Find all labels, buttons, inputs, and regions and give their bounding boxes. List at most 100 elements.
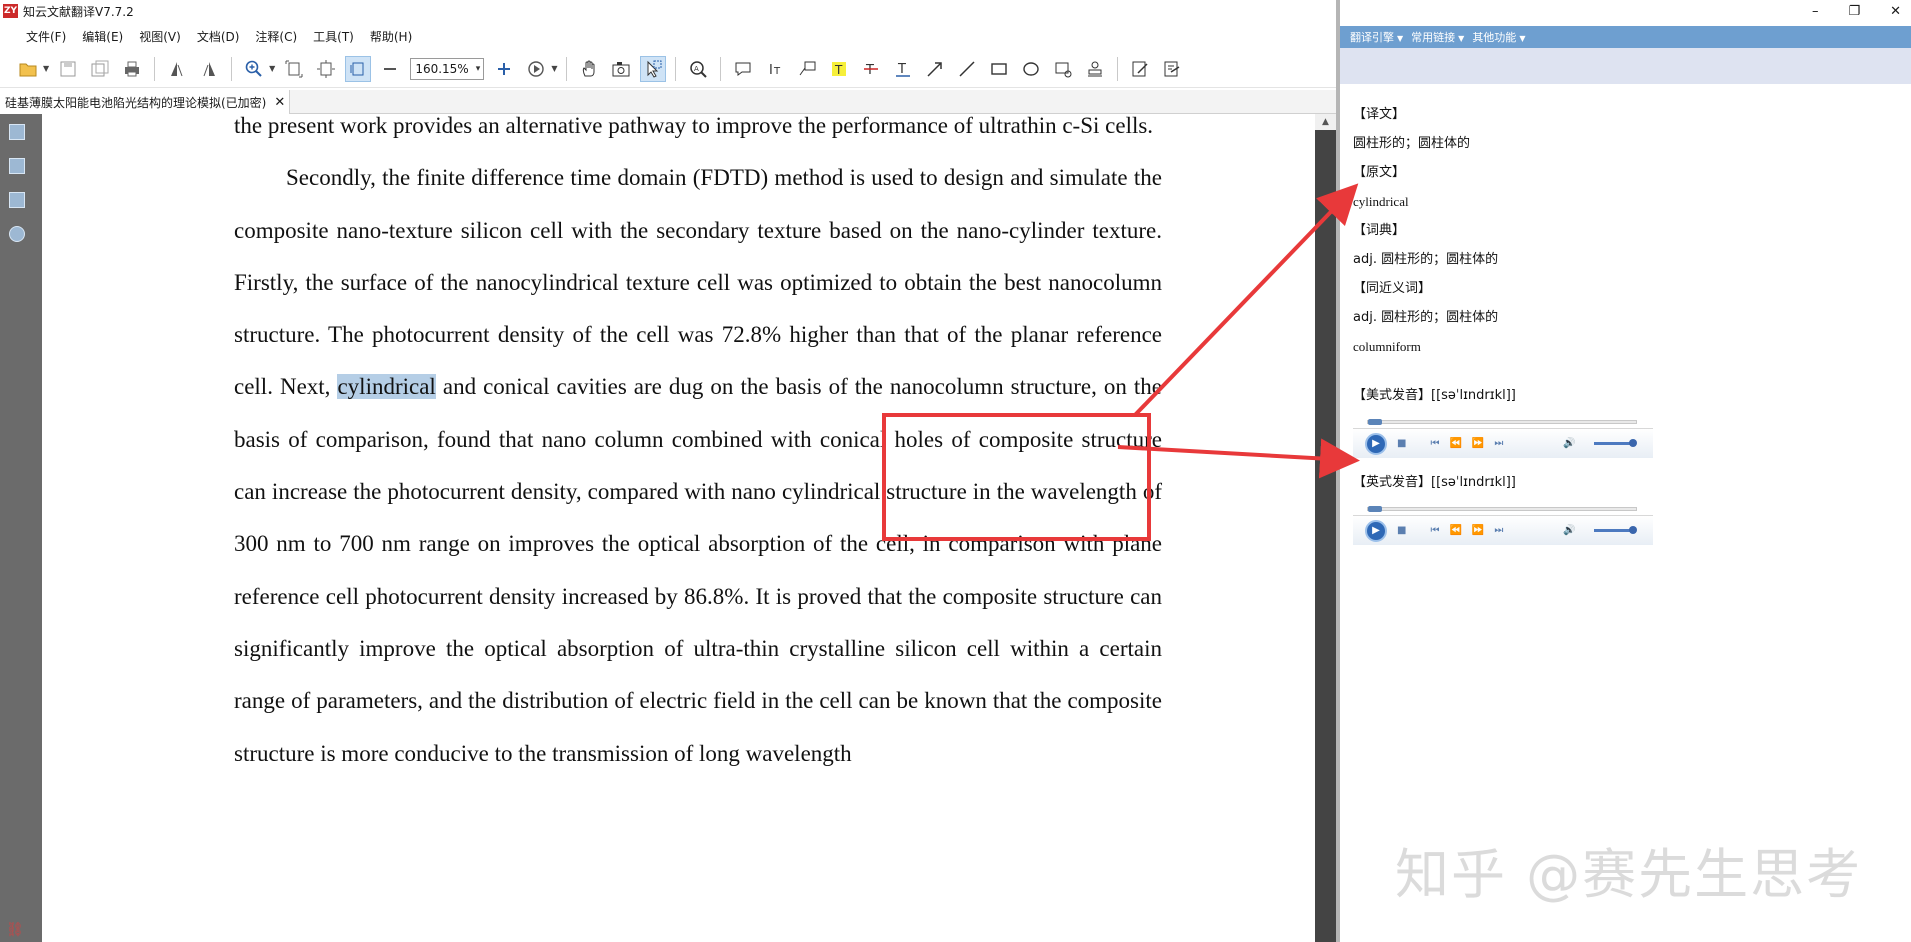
rectangle-icon[interactable] bbox=[986, 56, 1012, 82]
panel-menu-more[interactable]: 其他功能 ▼ bbox=[1472, 29, 1525, 45]
arrow-icon[interactable] bbox=[922, 56, 948, 82]
window-controls: – ❐ ✕ bbox=[1812, 0, 1901, 22]
vertical-scrollbar[interactable]: ▲ bbox=[1315, 114, 1336, 942]
annotation-box bbox=[882, 413, 1151, 541]
us-seek-bar[interactable] bbox=[1367, 419, 1637, 425]
next-icon[interactable]: ⏭ bbox=[1494, 525, 1503, 536]
svg-text:T: T bbox=[865, 63, 874, 78]
selected-word[interactable]: cylindrical bbox=[337, 374, 436, 400]
play-icon[interactable]: ▶ bbox=[1365, 519, 1387, 542]
close-window-icon[interactable]: ✕ bbox=[1890, 4, 1901, 19]
left-sidebar: ⛓ bbox=[0, 114, 42, 942]
panel-menu-engine[interactable]: 翻译引擎 ▼ bbox=[1350, 29, 1403, 45]
toolbar-separator bbox=[675, 56, 677, 81]
menu-help[interactable]: 帮助(H) bbox=[362, 28, 420, 45]
toolbar-separator bbox=[1117, 56, 1119, 81]
highlight-icon[interactable]: T bbox=[826, 56, 852, 82]
close-icon[interactable]: ✕ bbox=[274, 95, 285, 110]
save-all-icon[interactable] bbox=[87, 56, 113, 82]
find-icon[interactable]: A bbox=[685, 56, 711, 82]
rewind-icon[interactable]: ⏪ bbox=[1449, 525, 1461, 536]
synonym-text-1: adj. 圆柱形的；圆柱体的 bbox=[1353, 310, 1499, 325]
strikethrough-icon[interactable]: T bbox=[858, 56, 884, 82]
volume-slider[interactable] bbox=[1593, 526, 1637, 534]
menu-file[interactable]: 文件(F) bbox=[18, 28, 74, 45]
print-icon[interactable] bbox=[119, 56, 145, 82]
original-label: 【原文】 bbox=[1353, 165, 1406, 180]
fast-forward-icon[interactable]: ⏩ bbox=[1472, 525, 1484, 536]
volume-icon[interactable]: 🔊 bbox=[1563, 438, 1575, 449]
panel-menu-links[interactable]: 常用链接 ▼ bbox=[1411, 29, 1464, 45]
navigate-icon[interactable] bbox=[523, 56, 549, 82]
translation-text: 圆柱形的；圆柱体的 bbox=[1353, 136, 1471, 151]
zoom-plus-icon[interactable] bbox=[491, 56, 517, 82]
note-icon[interactable] bbox=[730, 56, 756, 82]
layers-icon[interactable] bbox=[9, 192, 25, 208]
search-icon[interactable] bbox=[9, 226, 25, 242]
ellipse-icon[interactable] bbox=[1018, 56, 1044, 82]
panel-subbar bbox=[1340, 48, 1911, 84]
svg-text:A: A bbox=[694, 65, 699, 73]
tab-document[interactable]: 硅基薄膜太阳能电池陷光结构的理论模拟(已加密) ✕ bbox=[0, 90, 290, 114]
stop-icon[interactable]: ■ bbox=[1397, 525, 1406, 536]
stamp-icon[interactable] bbox=[1082, 56, 1108, 82]
actual-size-icon[interactable] bbox=[345, 55, 372, 82]
menu-document[interactable]: 文档(D) bbox=[189, 28, 248, 45]
volume-icon[interactable]: 🔊 bbox=[1563, 525, 1575, 536]
menu-comment[interactable]: 注释(C) bbox=[247, 28, 305, 45]
bookmark-icon[interactable] bbox=[9, 158, 25, 174]
scroll-up-icon[interactable]: ▲ bbox=[1315, 114, 1336, 130]
zoom-out-icon[interactable] bbox=[377, 56, 403, 82]
seek-knob[interactable] bbox=[1368, 419, 1382, 425]
save-icon[interactable] bbox=[55, 56, 81, 82]
menu-tools[interactable]: 工具(T) bbox=[305, 28, 362, 45]
synonym-text-2: columniform bbox=[1353, 339, 1421, 354]
open-folder-icon[interactable] bbox=[15, 56, 41, 82]
svg-text:T: T bbox=[773, 66, 781, 77]
navigate-dropdown-icon[interactable]: ▼ bbox=[551, 64, 557, 73]
sign-document-icon[interactable] bbox=[1159, 56, 1185, 82]
translation-result: 【译文】 圆柱形的；圆柱体的 【原文】 cylindrical 【词典】 adj… bbox=[1353, 102, 1893, 551]
svg-text:T: T bbox=[834, 63, 843, 77]
link-icon[interactable]: ⛓ bbox=[6, 922, 28, 938]
rotate-right-icon[interactable] bbox=[196, 56, 222, 82]
hand-tool-icon[interactable] bbox=[576, 56, 602, 82]
uk-player-controls: ▶ ■ ⏮ ⏪ ⏩ ⏭ 🔊 bbox=[1353, 515, 1653, 545]
fast-forward-icon[interactable]: ⏩ bbox=[1472, 438, 1484, 449]
open-dropdown-icon[interactable]: ▼ bbox=[43, 64, 49, 73]
next-icon[interactable]: ⏭ bbox=[1494, 438, 1503, 449]
callout-icon[interactable] bbox=[794, 56, 820, 82]
volume-slider[interactable] bbox=[1593, 439, 1637, 447]
uk-seek-bar[interactable] bbox=[1367, 506, 1637, 512]
play-icon[interactable]: ▶ bbox=[1365, 432, 1387, 455]
snapshot-icon[interactable] bbox=[608, 56, 634, 82]
image-stamp-icon[interactable] bbox=[1050, 56, 1076, 82]
zoom-in-icon[interactable] bbox=[241, 56, 267, 82]
zoom-dropdown-icon[interactable]: ▼ bbox=[269, 64, 275, 73]
minimize-icon[interactable]: – bbox=[1812, 4, 1819, 19]
rewind-icon[interactable]: ⏪ bbox=[1449, 438, 1461, 449]
edit-document-icon[interactable] bbox=[1127, 56, 1153, 82]
text-box-icon[interactable]: IT bbox=[762, 56, 788, 82]
page-thumbnail-icon[interactable] bbox=[9, 124, 25, 140]
restore-icon[interactable]: ❐ bbox=[1848, 4, 1860, 19]
watermark: 知乎 @赛先生思考 bbox=[1395, 843, 1863, 906]
toolbar: ▼ ▼ 160.15% ▾ ▼ A IT T T T bbox=[0, 50, 1336, 88]
rotate-left-icon[interactable] bbox=[164, 56, 190, 82]
previous-icon[interactable]: ⏮ bbox=[1430, 438, 1439, 449]
fit-width-icon[interactable] bbox=[313, 56, 339, 82]
app-title: 知云文献翻译V7.7.2 bbox=[23, 4, 134, 19]
us-audio-player: ▶ ■ ⏮ ⏪ ⏩ ⏭ 🔊 bbox=[1353, 414, 1653, 464]
menu-edit[interactable]: 编辑(E) bbox=[74, 28, 131, 45]
fit-page-icon[interactable] bbox=[281, 56, 307, 82]
line-icon[interactable] bbox=[954, 56, 980, 82]
seek-knob[interactable] bbox=[1368, 506, 1382, 512]
menu-view[interactable]: 视图(V) bbox=[131, 28, 189, 45]
zoom-select[interactable]: 160.15% ▾ bbox=[410, 57, 485, 80]
select-tool-icon[interactable] bbox=[640, 55, 667, 82]
previous-icon[interactable]: ⏮ bbox=[1430, 525, 1439, 536]
toolbar-separator bbox=[231, 56, 233, 81]
underline-icon[interactable]: T bbox=[890, 56, 916, 82]
stop-icon[interactable]: ■ bbox=[1397, 438, 1406, 449]
